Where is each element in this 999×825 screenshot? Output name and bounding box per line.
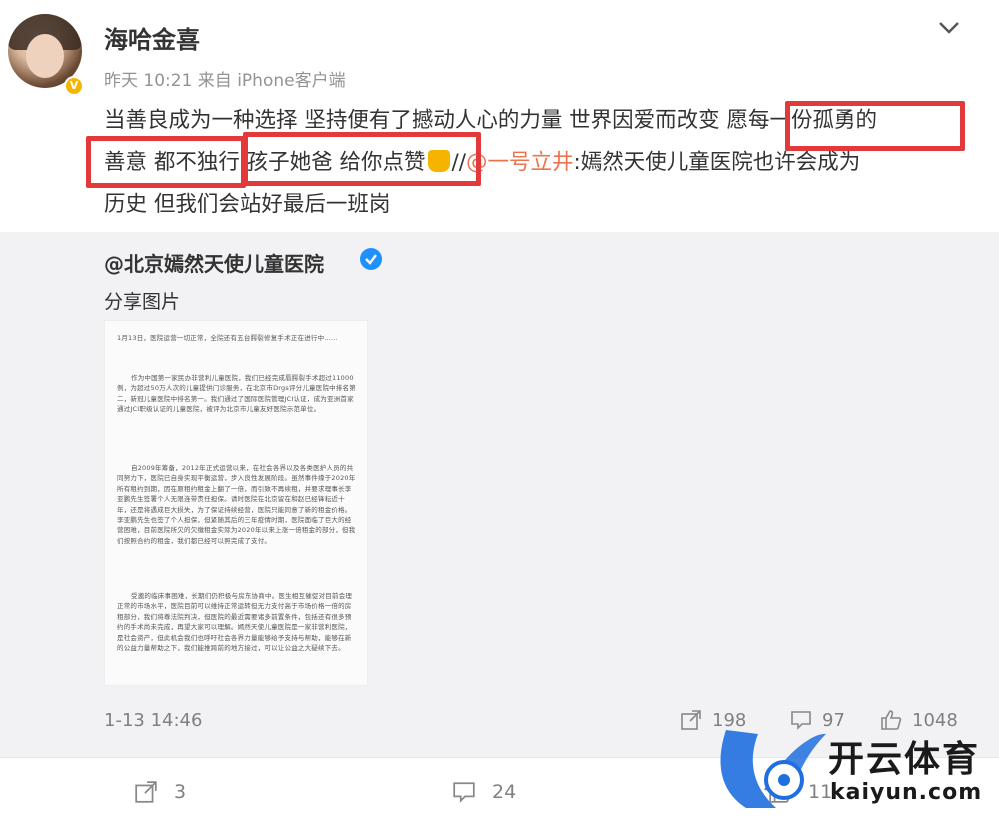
watermark-url: kaiyun.com [830, 780, 983, 805]
comment-count: 24 [492, 781, 517, 803]
repost-timestamp[interactable]: 1-13 14:46 [104, 710, 202, 731]
weibo-post: V 海哈金喜 昨天 10:21 来自 iPhone客户端 当善良成为一种选择 坚… [0, 0, 999, 825]
mention-link[interactable]: @一号立井 [466, 150, 574, 175]
document-paragraph: 受邀的临床事困难，长期们仍积极与房东协商中。医生相互催促对目前会理正常的市场水平… [117, 592, 353, 653]
share-icon [681, 710, 701, 730]
document-paragraph: 自2009年筹备，2012年正式运营以来，在社会各界以及各类医护人员的共同努力下… [117, 464, 356, 545]
avatar-face [26, 34, 64, 78]
comment-button[interactable]: 24 [452, 778, 516, 806]
verified-gold-icon: V [64, 76, 84, 96]
share-button[interactable]: 3 [134, 778, 186, 806]
share-count: 3 [174, 781, 187, 803]
post-line-1: 当善良成为一种选择 坚持便有了撼动人心的力量 世界因爱而改变 愿每一份孤勇的 [104, 108, 878, 133]
username[interactable]: 海哈金喜 [104, 20, 200, 55]
post-line-3: 历史 但我们会站好最后一班岗 [104, 192, 391, 217]
repost-text: 分享图片 [104, 291, 181, 313]
verified-blue-icon [360, 248, 382, 270]
document-paragraph: 1月13日，医院运营一切正常，全院还有五台腭裂修复手术正在进行中…… [117, 334, 338, 342]
share-icon [135, 781, 157, 803]
document-paragraph: 作为中国第一家民办非营利儿童医院，我们已经完成唇腭裂手术超过11000例，为超过… [117, 374, 356, 414]
watermark-title: 开云体育 [828, 739, 981, 780]
comment-icon [453, 782, 475, 803]
repost-separator: // [451, 150, 467, 175]
post-line-2-text: 善意 都不独行 孩子她爸 给你点赞 [104, 150, 426, 175]
post-meta: 昨天 10:21 来自 iPhone客户端 [104, 71, 346, 91]
post-text: 当善良成为一种选择 坚持便有了撼动人心的力量 世界因爱而改变 愿每一份孤勇的 善… [104, 100, 974, 226]
repost-source-name[interactable]: @北京嫣然天使儿童医院 [104, 248, 324, 277]
post-line-2: 善意 都不独行 孩子她爸 给你点赞 //@一号立井:嫣然天使儿童医院也许会成为 [104, 142, 974, 184]
post-line-2-tail: :嫣然天使儿童医院也许会成为 [573, 150, 861, 175]
chevron-down-icon[interactable] [937, 20, 961, 36]
thumbs-up-emoji-icon [427, 150, 450, 172]
document-image[interactable]: 1月13日，医院运营一切正常，全院还有五台腭裂修复手术正在进行中…… 作为中国第… [104, 320, 368, 686]
